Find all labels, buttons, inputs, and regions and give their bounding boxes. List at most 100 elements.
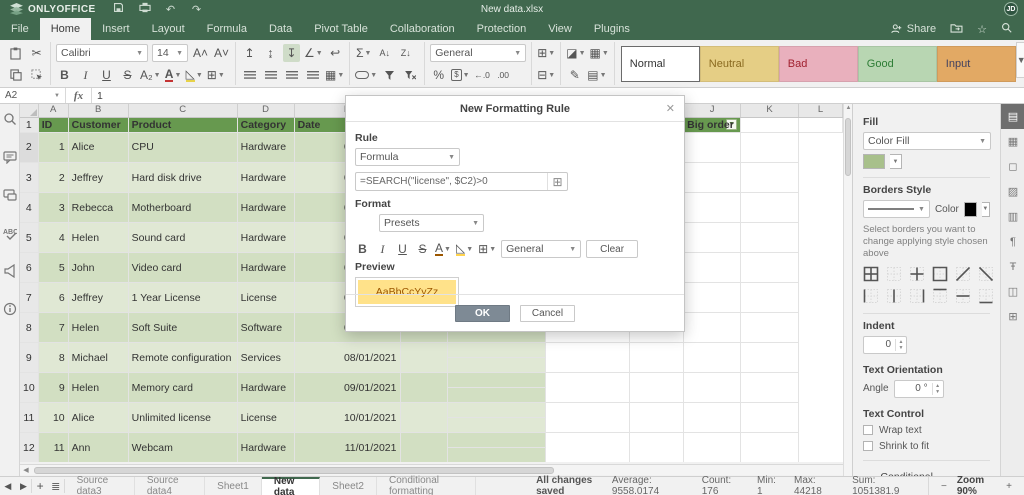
cell-L4[interactable] bbox=[741, 193, 799, 223]
delete-cells-button[interactable]: ⊟▼ bbox=[537, 66, 555, 84]
col-header-K[interactable]: K bbox=[741, 104, 799, 117]
search-icon[interactable] bbox=[0, 108, 20, 130]
border-cross-button[interactable] bbox=[909, 266, 925, 283]
sort-ascending-button[interactable]: A↓ bbox=[376, 44, 393, 62]
sheet-tab-sheet2[interactable]: Sheet2 bbox=[320, 477, 377, 495]
fill-color-dropdown-icon[interactable]: ▼ bbox=[890, 154, 902, 169]
spellcheck-icon[interactable]: ABC bbox=[0, 222, 20, 244]
row-header-4[interactable]: 4 bbox=[20, 193, 38, 223]
cell-K12[interactable] bbox=[684, 433, 741, 463]
fill-color-button[interactable]: ◺▼ bbox=[186, 66, 203, 84]
pivot-table-settings-icon[interactable]: ⊞ bbox=[1001, 304, 1024, 329]
format-as-table-button[interactable]: ▦▼ bbox=[590, 44, 609, 62]
font-color-button[interactable]: A▼ bbox=[165, 66, 182, 84]
cell-B6[interactable]: John bbox=[68, 253, 128, 283]
align-left-button[interactable] bbox=[241, 66, 258, 84]
cell-J10[interactable] bbox=[630, 373, 684, 403]
dialog-font-color-button[interactable]: A▼ bbox=[435, 240, 451, 258]
cell-J11[interactable] bbox=[630, 403, 684, 433]
autosum-button[interactable]: Σ▼ bbox=[355, 44, 372, 62]
cell-B7[interactable]: Jeffrey bbox=[68, 283, 128, 313]
paragraph-settings-icon[interactable]: ¶ bbox=[1001, 229, 1024, 254]
slicer-settings-icon[interactable]: ◫ bbox=[1001, 279, 1024, 304]
rule-type-select[interactable]: Formula▼ bbox=[355, 148, 460, 166]
cell-L2[interactable] bbox=[741, 132, 799, 163]
rule-formula-input[interactable] bbox=[356, 176, 547, 187]
cell-style-good[interactable]: Good bbox=[858, 46, 937, 82]
tab-pivot-table[interactable]: Pivot Table bbox=[303, 18, 379, 40]
cell-style-neutral[interactable]: Neutral bbox=[700, 46, 779, 82]
border-left-button[interactable] bbox=[863, 288, 879, 305]
cancel-button[interactable]: Cancel bbox=[520, 305, 575, 322]
cell-D2[interactable]: Hardware bbox=[237, 132, 294, 163]
cell-I12[interactable] bbox=[546, 433, 630, 463]
select-all-corner[interactable] bbox=[20, 104, 38, 117]
tab-formula[interactable]: Formula bbox=[196, 18, 258, 40]
insert-cells-button[interactable]: ⊞▼ bbox=[537, 44, 555, 62]
cell-L9[interactable] bbox=[741, 343, 799, 373]
border-none-button[interactable] bbox=[886, 266, 902, 283]
text-art-settings-icon[interactable]: Ŧ bbox=[1001, 254, 1024, 279]
cell-L3[interactable] bbox=[741, 163, 799, 193]
cell-L8[interactable] bbox=[741, 313, 799, 343]
border-right-button[interactable] bbox=[909, 288, 925, 305]
cell-H9[interactable] bbox=[448, 358, 545, 373]
cell-G10[interactable] bbox=[448, 373, 545, 388]
cell-I11[interactable] bbox=[546, 403, 630, 433]
row-header-9[interactable]: 9 bbox=[20, 343, 38, 373]
zoom-out-button[interactable]: − bbox=[941, 481, 947, 492]
cell-L12[interactable] bbox=[741, 433, 799, 463]
header-cell-A1[interactable]: ID bbox=[38, 117, 68, 132]
cell-C6[interactable]: Video card bbox=[128, 253, 237, 283]
col-header-J[interactable]: J bbox=[684, 104, 741, 117]
align-right-button[interactable] bbox=[283, 66, 300, 84]
cell-A8[interactable]: 7 bbox=[38, 313, 68, 343]
col-header-B[interactable]: B bbox=[68, 104, 128, 117]
cell-D3[interactable]: Hardware bbox=[237, 163, 294, 193]
cell-D11[interactable]: License bbox=[237, 403, 294, 433]
cell-E9[interactable]: 08/01/2021 bbox=[294, 343, 400, 373]
sort-descending-button[interactable]: Z↓ bbox=[397, 44, 414, 62]
cell-K1[interactable] bbox=[741, 117, 799, 132]
redo-icon[interactable]: ↷ bbox=[184, 3, 210, 16]
cell-H12[interactable] bbox=[448, 448, 545, 463]
dialog-number-format-select[interactable]: General▼ bbox=[501, 240, 581, 258]
col-header-A[interactable]: A bbox=[38, 104, 68, 117]
cell-A3[interactable]: 2 bbox=[38, 163, 68, 193]
border-center-horizontal-button[interactable] bbox=[955, 288, 971, 305]
cell-style-normal[interactable]: Normal bbox=[621, 46, 700, 82]
tab-view[interactable]: View bbox=[537, 18, 583, 40]
row-header-11[interactable]: 11 bbox=[20, 403, 38, 433]
header-cell-D1[interactable]: Category bbox=[237, 117, 294, 132]
image-settings-icon[interactable]: ▨ bbox=[1001, 179, 1024, 204]
percent-style-button[interactable]: % bbox=[430, 66, 447, 84]
cell-A12[interactable]: 11 bbox=[38, 433, 68, 463]
dialog-underline-button[interactable]: U bbox=[395, 240, 410, 258]
add-sheet-button[interactable]: + bbox=[32, 477, 48, 495]
cell-D6[interactable]: Hardware bbox=[237, 253, 294, 283]
cell-D10[interactable]: Hardware bbox=[237, 373, 294, 403]
cell-B3[interactable]: Jeffrey bbox=[68, 163, 128, 193]
row-header-6[interactable]: 6 bbox=[20, 253, 38, 283]
tab-insert[interactable]: Insert bbox=[91, 18, 141, 40]
border-top-button[interactable] bbox=[932, 288, 948, 305]
open-file-location-icon[interactable] bbox=[950, 23, 963, 36]
cell-J12[interactable] bbox=[630, 433, 684, 463]
cell-H11[interactable] bbox=[448, 418, 545, 433]
font-size-select[interactable]: 14▼ bbox=[152, 44, 188, 62]
cell-D12[interactable]: Hardware bbox=[237, 433, 294, 463]
cell-A6[interactable]: 5 bbox=[38, 253, 68, 283]
cell-C2[interactable]: CPU bbox=[128, 132, 237, 163]
cell-A10[interactable]: 9 bbox=[38, 373, 68, 403]
copy-style-button[interactable] bbox=[28, 66, 45, 84]
cell-H10[interactable] bbox=[448, 388, 545, 403]
row-header-2[interactable]: 2 bbox=[20, 132, 38, 163]
clear-button[interactable]: Clear bbox=[586, 240, 638, 258]
sheet-tab-conditional-formatting[interactable]: Conditional formatting bbox=[377, 477, 476, 495]
sheet-tab-sheet1[interactable]: Sheet1 bbox=[205, 477, 262, 495]
border-diag-up-button[interactable] bbox=[955, 266, 971, 283]
strikethrough-button[interactable]: S bbox=[119, 66, 136, 84]
cell-L7[interactable] bbox=[741, 283, 799, 313]
row-header-3[interactable]: 3 bbox=[20, 163, 38, 193]
wrap-text-button[interactable]: ↩ bbox=[327, 44, 344, 62]
